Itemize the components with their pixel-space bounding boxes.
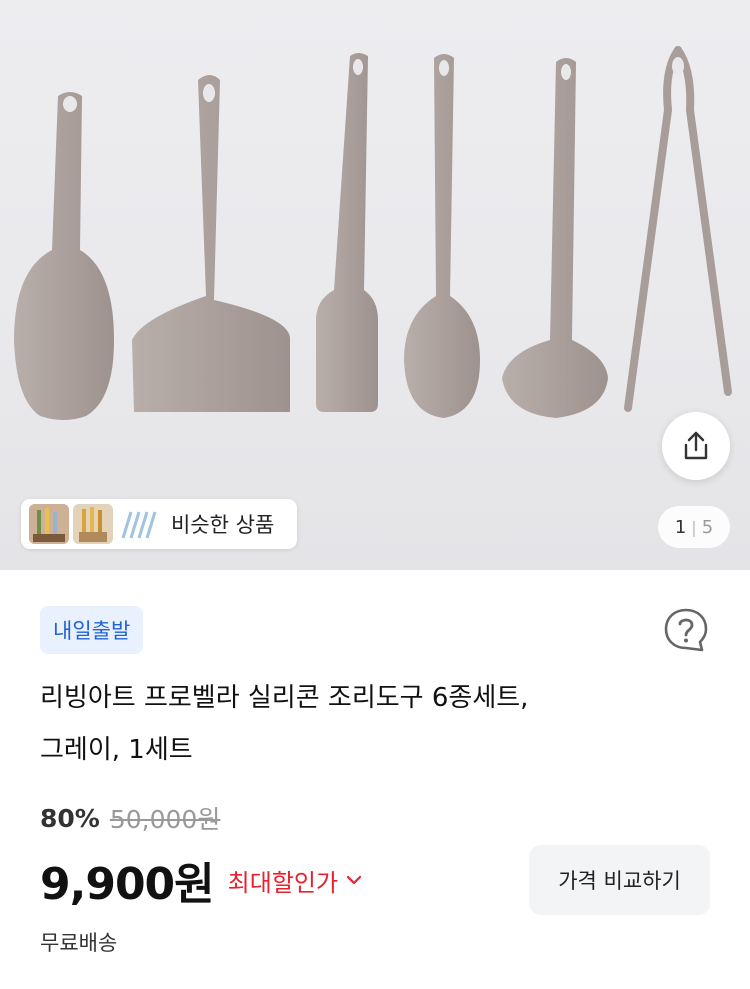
product-title: 리빙아트 프로벨라 실리콘 조리도구 6종세트, 그레이, 1세트 [40,672,660,776]
ladle-tool [502,58,608,418]
similar-products-button[interactable]: 비슷한 상품 [21,499,297,549]
image-page-indicator: 1 | 5 [658,506,730,548]
turner-tool [132,75,291,412]
product-image [14,46,732,420]
delivery-badge: 내일출발 [40,606,144,654]
shipping-info: 무료배송 [40,931,118,955]
rice-scoop-tool [14,92,114,420]
sale-price: 9,900원 [40,859,215,910]
help-question-icon[interactable] [662,606,710,654]
share-icon [684,431,708,460]
compare-price-button[interactable]: 가격 비교하기 [529,845,710,915]
similar-products-label: 비슷한 상품 [171,513,275,537]
product-title-line-1: 리빙아트 프로벨라 실리콘 조리도구 6종세트, [40,683,529,713]
discount-row: 80% 50,000원 [40,800,220,836]
tongs-tool [624,46,732,412]
price-row: 9,900원 최대할인가 [40,848,362,912]
product-title-line-2: 그레이, 1세트 [40,735,193,765]
product-image-gallery[interactable]: 비슷한 상품 1 | 5 [0,0,750,570]
similar-product-thumbnail [117,504,157,544]
discount-rate: 80% [40,803,100,833]
spoon-tool [404,54,480,418]
original-price: 50,000원 [109,805,221,834]
best-price-dropdown[interactable]: 최대할인가 [228,863,362,898]
similar-product-thumbnail [29,504,69,544]
total-pages: 5 [701,516,714,538]
similar-product-thumbnail [73,504,113,544]
page-separator: | [691,517,697,537]
chevron-down-icon [346,875,362,885]
current-page: 1 [674,516,687,538]
share-button[interactable] [662,412,730,480]
spatula-tool [316,53,378,412]
best-price-label: 최대할인가 [227,868,339,897]
